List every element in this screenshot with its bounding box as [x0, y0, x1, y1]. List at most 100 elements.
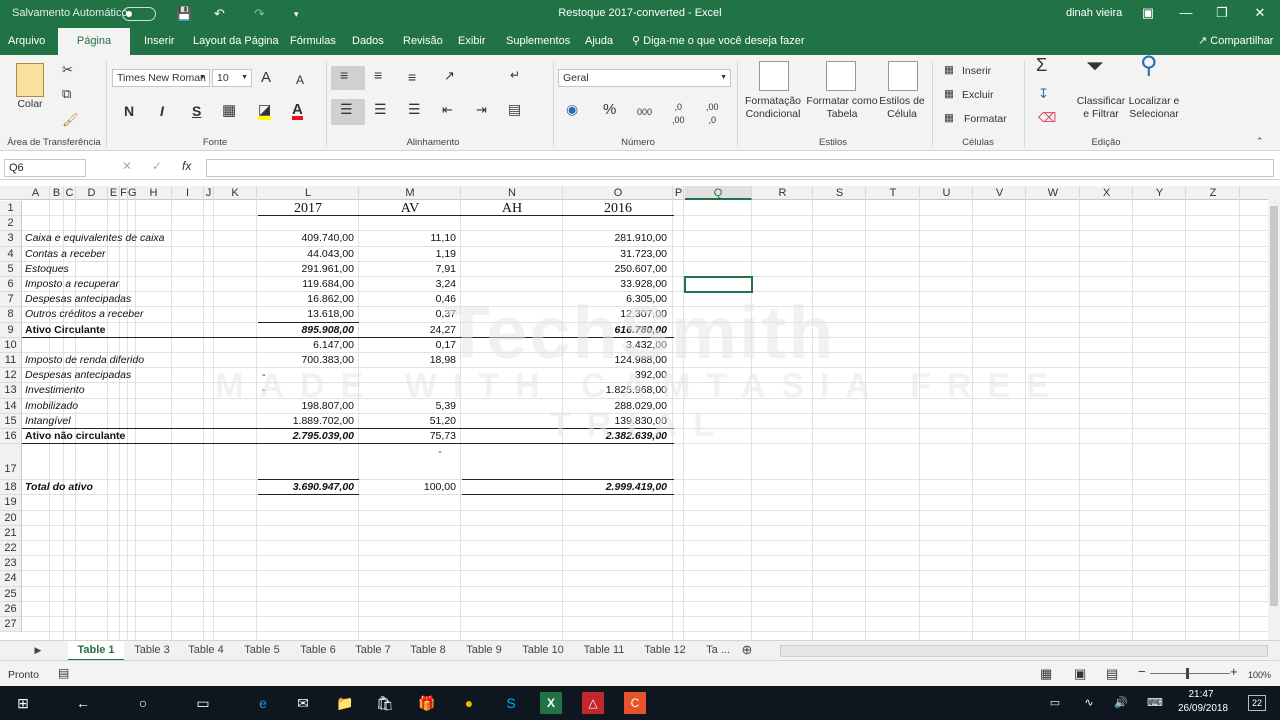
cell-av-row-7[interactable]: 0,46: [360, 293, 456, 306]
grow-font-icon[interactable]: A: [261, 70, 271, 85]
cell-av-row-5[interactable]: 7,91: [360, 263, 456, 276]
align-middle-icon[interactable]: ≡: [374, 68, 382, 82]
worksheet-grid[interactable]: ABCDEFGHIJKLMNOPQRSTUVWXYZ 1 2 3 4 5 6 7 8 9 10 11…: [0, 186, 1268, 640]
column-header-r[interactable]: R: [753, 186, 813, 200]
volume-icon[interactable]: 🔊: [1110, 692, 1132, 714]
cell-styles-icon[interactable]: [888, 61, 918, 91]
merge-center-icon[interactable]: ▤: [508, 102, 521, 116]
column-header-n[interactable]: N: [462, 186, 563, 200]
selected-cell[interactable]: [684, 276, 753, 294]
align-center-icon[interactable]: ☰: [374, 102, 387, 116]
column-header-m[interactable]: M: [360, 186, 461, 200]
row-label-18[interactable]: Total do ativo: [25, 481, 255, 494]
formula-input[interactable]: [206, 159, 1274, 177]
column-header-i[interactable]: I: [172, 186, 204, 200]
notification-badge[interactable]: 22: [1248, 695, 1266, 711]
row-header-1[interactable]: 1: [0, 201, 22, 217]
row-label-12[interactable]: Despesas antecipadas: [25, 369, 255, 382]
format-cells-button[interactable]: Formatar: [964, 113, 1007, 126]
cell-av-row-17[interactable]: -: [420, 446, 460, 459]
tab-layout[interactable]: Layout da Página: [189, 28, 283, 55]
cut-icon[interactable]: ✂: [62, 63, 73, 76]
sheet-tab-2[interactable]: Table 3: [128, 641, 176, 661]
sort-filter-icon[interactable]: ⏷: [1086, 55, 1104, 77]
sheet-tab-11[interactable]: Table 12: [636, 641, 694, 661]
zoom-in-icon[interactable]: +: [1230, 665, 1238, 678]
conditional-format-icon[interactable]: [759, 61, 789, 91]
cell-av-row-15[interactable]: 51,20: [360, 415, 456, 428]
back-icon[interactable]: ←: [72, 692, 94, 714]
cortana-icon[interactable]: ○: [132, 692, 154, 714]
row-label-15[interactable]: Intangível: [25, 415, 255, 428]
sheet-tab-9[interactable]: Table 10: [514, 641, 572, 661]
conditional-format-button[interactable]: Formatação Condicional: [741, 95, 805, 121]
vertical-scroll-thumb[interactable]: [1270, 206, 1278, 606]
cell-2016-row-11[interactable]: 124.988,00: [564, 354, 667, 367]
name-box[interactable]: Q6: [4, 159, 86, 177]
row-header-11[interactable]: 11: [0, 353, 22, 369]
format-painter-icon[interactable]: 🖌: [62, 113, 79, 126]
row-label-11[interactable]: Imposto de renda diferido: [25, 354, 255, 367]
sheet-tab-1[interactable]: Table 1: [68, 641, 124, 661]
cell-av-row-14[interactable]: 5,39: [360, 400, 456, 413]
sheet-tab-6[interactable]: Table 7: [346, 641, 400, 661]
cell-2016-row-10[interactable]: 3.432,00: [564, 339, 667, 352]
underline-button[interactable]: S: [192, 104, 201, 118]
column-header-a[interactable]: A: [22, 186, 50, 200]
row-label-9[interactable]: Ativo Circulante: [25, 324, 255, 337]
skype-icon[interactable]: S: [500, 692, 522, 714]
ribbon-display-icon[interactable]: ▣: [1138, 5, 1158, 21]
cell-2017-row-11[interactable]: 700.383,00: [258, 354, 354, 367]
fill-icon[interactable]: ↧: [1038, 87, 1049, 100]
cell-2016-row-14[interactable]: 288.029,00: [564, 400, 667, 413]
column-header-g[interactable]: G: [128, 186, 137, 200]
clock[interactable]: 21:47 26/09/2018: [1178, 688, 1228, 714]
row-header-21[interactable]: 21: [0, 525, 22, 541]
cell-styles-button[interactable]: Estilos de Célula: [878, 95, 926, 121]
column-header-w[interactable]: W: [1027, 186, 1080, 200]
task-view-icon[interactable]: ▭: [192, 692, 214, 714]
tab-formulas[interactable]: Fórmulas: [286, 28, 340, 55]
zoom-level[interactable]: 100%: [1248, 669, 1271, 682]
row-header-12[interactable]: 12: [0, 368, 22, 384]
tab-arquivo[interactable]: Arquivo: [4, 28, 49, 55]
cell-2016-row-16[interactable]: 2.382.639,00: [564, 430, 667, 443]
cell-av-row-3[interactable]: 11,10: [360, 232, 457, 245]
mail-icon[interactable]: ✉: [292, 692, 314, 714]
row-label-16[interactable]: Ativo não circulante: [25, 430, 255, 443]
cell-2017-row-7[interactable]: 16.862,00: [258, 293, 354, 306]
format-cells-icon[interactable]: ▦: [944, 112, 954, 125]
close-icon[interactable]: ✕: [1250, 5, 1270, 21]
row-header-27[interactable]: 27: [0, 617, 22, 633]
row-header-6[interactable]: 6: [0, 277, 22, 293]
confirm-formula-icon[interactable]: ✓: [152, 160, 162, 173]
cell-2017-row-14[interactable]: 198.807,00: [258, 400, 354, 413]
column-header-v[interactable]: V: [974, 186, 1026, 200]
windows-start-icon[interactable]: ⊞: [12, 692, 34, 714]
row-header-7[interactable]: 7: [0, 292, 22, 308]
insert-function-icon[interactable]: fx: [182, 160, 191, 173]
zoom-out-icon[interactable]: −: [1138, 665, 1146, 678]
borders-icon[interactable]: ▦: [222, 103, 236, 118]
battery-icon[interactable]: ▭: [1044, 692, 1066, 714]
orientation-icon[interactable]: ↗: [444, 69, 455, 82]
copy-icon[interactable]: ⧉: [62, 87, 71, 100]
vertical-scrollbar[interactable]: [1268, 186, 1280, 640]
row-label-3[interactable]: Caixa e equivalentes de caixa: [25, 232, 255, 245]
cell-2016-row-13[interactable]: 1.825.968,00: [564, 384, 667, 397]
tab-ajuda[interactable]: Ajuda: [581, 28, 617, 55]
cell-2017-row-6[interactable]: 119.684,00: [258, 278, 354, 291]
cell-2017-row-4[interactable]: 44.043,00: [258, 248, 354, 261]
format-table-button[interactable]: Formatar como Tabela: [806, 95, 878, 121]
cell-2017-row-16[interactable]: 2.795.039,00: [258, 430, 354, 443]
wifi-icon[interactable]: ∿: [1078, 692, 1100, 714]
sheet-tab-12[interactable]: Ta ...: [698, 641, 738, 661]
maximize-icon[interactable]: ❐: [1212, 5, 1232, 21]
font-size-select[interactable]: 10 ▼: [212, 69, 252, 87]
increase-decimal-button[interactable]: ,0 ,00: [672, 101, 685, 127]
cell-2017-row-5[interactable]: 291.961,00: [258, 263, 354, 276]
row-label-14[interactable]: Imobilizado: [25, 400, 255, 413]
cell-av-row-10[interactable]: 0,17: [360, 339, 456, 352]
cell-2017-row-18[interactable]: 3.690.947,00: [258, 481, 354, 494]
shrink-font-icon[interactable]: A: [296, 74, 304, 87]
